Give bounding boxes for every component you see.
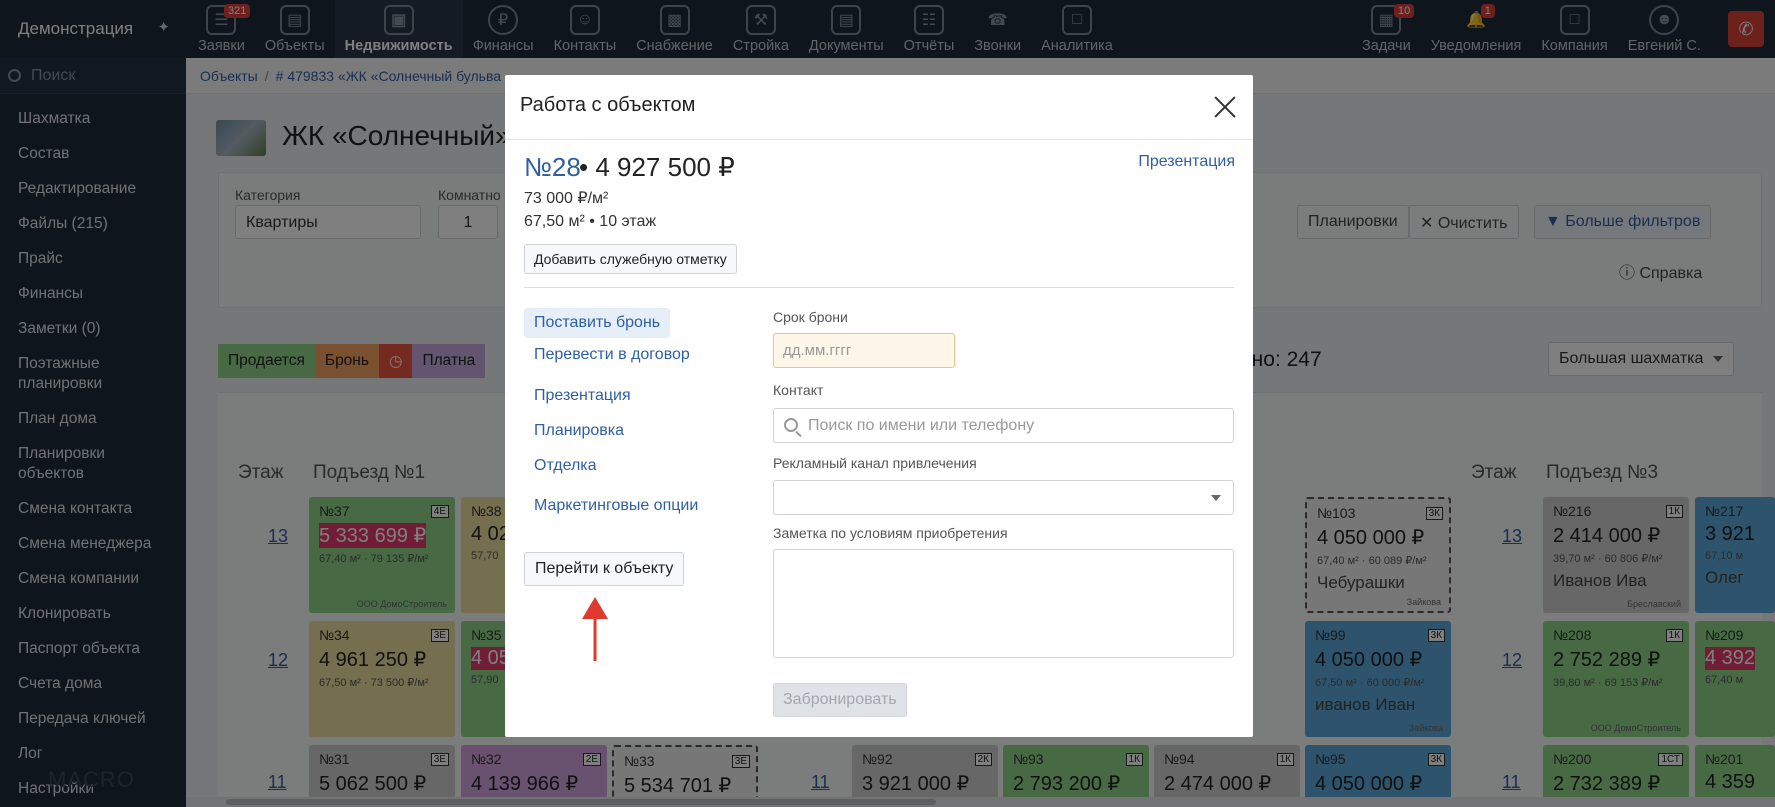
- book-button[interactable]: Забронировать: [773, 683, 907, 717]
- search-icon: [784, 418, 798, 432]
- note-textarea[interactable]: [773, 549, 1234, 658]
- go-to-object-button[interactable]: Перейти к объекту: [524, 552, 685, 586]
- modal-divider: [524, 287, 1234, 288]
- area-floor: 67,50 м² • 10 этаж: [524, 213, 657, 230]
- action-book[interactable]: Поставить бронь: [524, 308, 671, 338]
- unit-price: • 4 927 500 ₽: [579, 152, 735, 182]
- booking-date-input[interactable]: дд.мм.гггг: [773, 333, 955, 368]
- action-marketing[interactable]: Маркетинговые опции: [524, 491, 708, 521]
- add-note-button[interactable]: Добавить служебную отметку: [524, 244, 737, 274]
- action-contract[interactable]: Перевести в договор: [524, 340, 700, 370]
- action-layout[interactable]: Планировка: [524, 416, 634, 446]
- contact-placeholder: Поиск по имени или телефону: [808, 417, 1035, 434]
- action-presentation[interactable]: Презентация: [524, 381, 641, 411]
- modal-title: Работа с объектом: [520, 94, 696, 116]
- note-label: Заметка по условиям приобретения: [773, 525, 1008, 541]
- modal-header: Работа с объектом: [505, 75, 1253, 140]
- price-per-m2: 73 000 ₽/м²: [524, 190, 609, 207]
- object-modal: Работа с объектом №28 • 4 927 500 ₽ През…: [505, 75, 1253, 737]
- action-finishing[interactable]: Отделка: [524, 451, 607, 481]
- channel-select[interactable]: [773, 480, 1234, 515]
- contact-label: Контакт: [773, 382, 824, 398]
- red-arrow-icon: [582, 597, 608, 661]
- presentation-link[interactable]: Презентация: [1138, 153, 1235, 171]
- close-icon[interactable]: [1213, 95, 1237, 119]
- unit-number[interactable]: №28: [524, 152, 581, 183]
- booking-term-label: Срок брони: [773, 309, 848, 325]
- channel-label: Рекламный канал привлечения: [773, 455, 977, 471]
- contact-search-input[interactable]: Поиск по имени или телефону: [773, 408, 1234, 443]
